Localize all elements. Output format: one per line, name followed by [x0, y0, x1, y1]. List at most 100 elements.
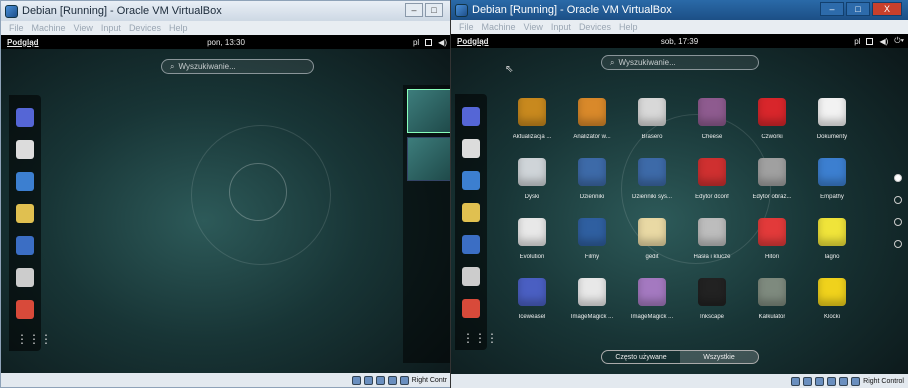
- volume-icon[interactable]: ◀): [879, 37, 888, 46]
- app-tile[interactable]: Hasła i klucze: [683, 218, 741, 274]
- host-key-label: Right Contr: [411, 376, 447, 384]
- app-label: Edytor dconf: [695, 194, 729, 200]
- app-tile[interactable]: Filmy: [563, 218, 621, 274]
- shared-folder-icon[interactable]: [399, 375, 409, 385]
- app-tile[interactable]: Czwórki: [743, 98, 801, 154]
- calculator-icon: [758, 278, 786, 306]
- menu-view[interactable]: View: [524, 22, 543, 32]
- activities-button[interactable]: Podgląd: [457, 37, 489, 46]
- help-icon[interactable]: [16, 300, 34, 319]
- minimize-button[interactable]: –: [820, 2, 844, 16]
- app-tile[interactable]: Cheese: [683, 98, 741, 154]
- rhythmbox-icon[interactable]: [16, 204, 34, 223]
- app-tile[interactable]: Analizator w...: [563, 98, 621, 154]
- app-tile[interactable]: Brasero: [623, 98, 681, 154]
- evolution-icon[interactable]: [462, 139, 480, 158]
- app-tile[interactable]: Edytor dconf: [683, 158, 741, 214]
- workspace-thumbnail-2[interactable]: [407, 137, 451, 181]
- app-tile[interactable]: Dzienniki: [563, 158, 621, 214]
- clock[interactable]: sob, 17:39: [661, 37, 698, 46]
- four-in-a-row-icon: [758, 98, 786, 126]
- maximize-button[interactable]: □: [425, 3, 443, 17]
- menu-devices[interactable]: Devices: [579, 22, 611, 32]
- display-icon[interactable]: [425, 38, 433, 46]
- page-dot-4[interactable]: [894, 240, 902, 248]
- app-tile[interactable]: Hitori: [743, 218, 801, 274]
- workspace-thumbnail-1[interactable]: [407, 89, 451, 133]
- show-apps-icon[interactable]: ⋮⋮⋮: [462, 331, 498, 350]
- empathy-icon[interactable]: [462, 171, 480, 190]
- help-icon[interactable]: [462, 299, 480, 318]
- maximize-button[interactable]: □: [846, 2, 870, 16]
- app-tile[interactable]: Dokumenty: [803, 98, 861, 154]
- show-apps-icon[interactable]: ⋮⋮⋮: [16, 332, 52, 351]
- activities-button[interactable]: Podgląd: [7, 38, 39, 47]
- app-tile[interactable]: Kalkulator: [743, 278, 801, 334]
- app-tile[interactable]: Evolution: [503, 218, 561, 274]
- menu-help[interactable]: Help: [619, 22, 638, 32]
- tab-frequent[interactable]: Często używane: [602, 351, 680, 363]
- hdd-status-icon[interactable]: [351, 375, 361, 385]
- language-indicator[interactable]: pl: [413, 38, 419, 47]
- close-button[interactable]: X: [872, 2, 902, 16]
- app-tile[interactable]: Inkscape: [683, 278, 741, 334]
- menu-machine[interactable]: Machine: [482, 22, 516, 32]
- left-guest-screen[interactable]: Podgląd pon, 13:30 pl ◀) ⌕ Wyszukiwanie.…: [1, 35, 451, 373]
- app-tile[interactable]: Klocki: [803, 278, 861, 334]
- usb-status-icon[interactable]: [815, 376, 825, 386]
- page-dot-3[interactable]: [894, 218, 902, 226]
- usb-status-icon[interactable]: [375, 375, 385, 385]
- network-status-icon[interactable]: [827, 376, 837, 386]
- hdd-status-icon[interactable]: [791, 376, 801, 386]
- menu-file[interactable]: File: [459, 22, 474, 32]
- tab-all[interactable]: Wszystkie: [680, 351, 758, 363]
- right-titlebar[interactable]: Debian [Running] - Oracle VM VirtualBox …: [451, 0, 908, 20]
- app-tile[interactable]: ImageMagick ...: [623, 278, 681, 334]
- menu-machine[interactable]: Machine: [32, 23, 66, 33]
- menu-file[interactable]: File: [9, 23, 24, 33]
- page-dot-1[interactable]: [894, 174, 902, 182]
- app-tile[interactable]: Edytor obraz...: [743, 158, 801, 214]
- network-status-icon[interactable]: [387, 375, 397, 385]
- writer-icon[interactable]: [16, 236, 34, 255]
- app-tile[interactable]: Iagno: [803, 218, 861, 274]
- app-tile[interactable]: Dyski: [503, 158, 561, 214]
- right-vm-window: Debian [Running] - Oracle VM VirtualBox …: [450, 0, 908, 388]
- clock[interactable]: pon, 13:30: [207, 38, 245, 47]
- iceweasel-icon[interactable]: [16, 108, 34, 127]
- app-tile[interactable]: Iceweasel: [503, 278, 561, 334]
- files-icon[interactable]: [16, 268, 34, 287]
- empathy-icon[interactable]: [16, 172, 34, 191]
- shared-folder-icon[interactable]: [839, 376, 849, 386]
- power-icon[interactable]: ⏻▾: [894, 36, 904, 46]
- app-tile[interactable]: Aktualizacja ...: [503, 98, 561, 154]
- optical-status-icon[interactable]: [803, 376, 813, 386]
- page-dot-2[interactable]: [894, 196, 902, 204]
- iceweasel-icon[interactable]: [462, 107, 480, 126]
- language-indicator[interactable]: pl: [854, 37, 860, 46]
- menu-devices[interactable]: Devices: [129, 23, 161, 33]
- search-input[interactable]: ⌕ Wyszukiwanie...: [161, 59, 314, 74]
- minimize-button[interactable]: –: [405, 3, 423, 17]
- app-tile[interactable]: ImageMagick ...: [563, 278, 621, 334]
- software-update-icon: [518, 98, 546, 126]
- display-icon[interactable]: [866, 37, 874, 45]
- app-tile[interactable]: Dzienniki sys...: [623, 158, 681, 214]
- menu-view[interactable]: View: [74, 23, 93, 33]
- menu-input[interactable]: Input: [551, 22, 571, 32]
- evolution-icon[interactable]: [16, 140, 34, 159]
- optical-status-icon[interactable]: [363, 375, 373, 385]
- files-icon[interactable]: [462, 267, 480, 286]
- writer-icon[interactable]: [462, 235, 480, 254]
- app-tile[interactable]: Empathy: [803, 158, 861, 214]
- volume-icon[interactable]: ◀): [438, 38, 447, 47]
- search-input[interactable]: ⌕ Wyszukiwanie...: [601, 55, 759, 70]
- disk-usage-analyzer-icon: [578, 98, 606, 126]
- right-guest-screen[interactable]: Podgląd sob, 17:39 pl ◀) ⏻▾ ⇖ ⌕ Wyszukiw…: [451, 34, 908, 374]
- menu-help[interactable]: Help: [169, 23, 188, 33]
- capture-icon[interactable]: [851, 376, 861, 386]
- rhythmbox-icon[interactable]: [462, 203, 480, 222]
- app-tile[interactable]: gedit: [623, 218, 681, 274]
- menu-input[interactable]: Input: [101, 23, 121, 33]
- left-titlebar[interactable]: Debian [Running] - Oracle VM VirtualBox …: [1, 1, 451, 21]
